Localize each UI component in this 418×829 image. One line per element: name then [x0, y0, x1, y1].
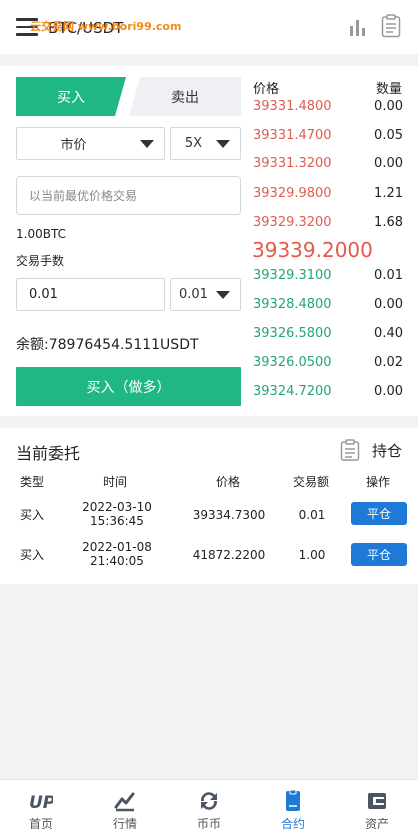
- order-clock: 21:40:05: [90, 554, 144, 568]
- tab-buy[interactable]: 买入: [16, 77, 126, 116]
- nav-label: 币币: [196, 817, 221, 829]
- current-orders-panel: 当前委托 持仓 类型 时间 价格 交易额 操作 买入 2022-03-10 15…: [0, 428, 418, 584]
- nav-label: 合约: [280, 817, 305, 829]
- ask-row[interactable]: 39331.4800 0.00: [253, 99, 403, 117]
- order-time: 2022-03-10 15:36:45: [74, 500, 160, 528]
- quantity-input[interactable]: 0.01: [16, 278, 165, 311]
- last-price: 39339.2000: [252, 238, 373, 262]
- column-header-type: 类型: [20, 475, 45, 489]
- clipboard-icon[interactable]: [340, 439, 360, 461]
- order-type-select[interactable]: 市价: [16, 127, 165, 160]
- order-amount: 0.01: [298, 508, 326, 522]
- close-position-button[interactable]: 平仓: [351, 502, 407, 525]
- nav-item-market[interactable]: 行情: [90, 786, 160, 829]
- watermark-text: 云交易网 www.bori99.com: [30, 20, 182, 33]
- document-icon[interactable]: [381, 14, 401, 38]
- chevron-down-icon: [216, 140, 230, 148]
- column-header-time: 时间: [103, 475, 128, 489]
- bar-chart-icon[interactable]: [349, 18, 367, 36]
- nav-label: 行情: [112, 817, 137, 829]
- tab-sell[interactable]: 卖出: [129, 77, 241, 116]
- balance-value: 78976454.5111USDT: [48, 337, 199, 353]
- order-type: 买入: [20, 508, 45, 522]
- column-header-amount: 交易额: [293, 475, 330, 489]
- order-date: 2022-01-08: [82, 540, 152, 554]
- nav-item-contract[interactable]: 合约: [258, 786, 328, 829]
- leverage-select[interactable]: 5X: [170, 127, 241, 160]
- chevron-down-icon: [216, 291, 230, 299]
- bid-row[interactable]: 39326.0500 0.02: [253, 355, 403, 373]
- svg-text:UP: UP: [29, 793, 53, 813]
- order-price: 39334.7300: [192, 508, 266, 522]
- order-type-value: 市价: [60, 138, 87, 153]
- ask-row[interactable]: 39331.3200 0.00: [253, 156, 403, 174]
- order-date: 2022-03-10: [82, 500, 152, 514]
- order-clock: 15:36:45: [90, 514, 144, 528]
- bid-row[interactable]: 39326.5800 0.40: [253, 326, 403, 344]
- nav-label: 资产: [364, 817, 389, 829]
- balance: 余额:78976454.5111USDT: [16, 334, 199, 354]
- orderbook-qty-header: 数量: [376, 82, 403, 97]
- order-price: 41872.2200: [192, 548, 266, 562]
- nav-item-home[interactable]: UP 首页: [6, 786, 76, 829]
- bid-row[interactable]: 39324.7200 0.00: [253, 384, 403, 402]
- amount-text: 1.00BTC: [16, 227, 66, 241]
- close-position-button[interactable]: 平仓: [351, 543, 407, 566]
- orderbook-price-header: 价格: [253, 82, 280, 97]
- order-type: 买入: [20, 548, 45, 562]
- price-input[interactable]: 以当前最优价格交易: [16, 176, 241, 215]
- ask-row[interactable]: 39329.9800 1.21: [253, 186, 403, 204]
- quantity-select-value: 0.01: [179, 287, 208, 302]
- ask-row[interactable]: 39329.3200 1.68: [253, 215, 403, 233]
- nav-item-spot[interactable]: 币币: [174, 786, 244, 829]
- wallet-icon: [368, 793, 386, 809]
- order-time: 2022-01-08 21:40:05: [74, 540, 160, 568]
- trade-panel: 买入 卖出 市价 5X 以当前最优价格交易 1.00BTC 交易手数 0.01 …: [0, 66, 418, 416]
- top-bar: BTC/USDT 云交易网 www.bori99.com: [0, 0, 418, 54]
- bid-row[interactable]: 39328.4800 0.00: [253, 297, 403, 315]
- bottom-nav: UP 首页 行情 币币 合约 资产: [0, 779, 418, 829]
- balance-label: 余额:: [16, 337, 49, 353]
- bid-row[interactable]: 39329.3100 0.01: [253, 268, 403, 286]
- column-header-action: 操作: [366, 475, 391, 489]
- nav-item-assets[interactable]: 资产: [342, 786, 412, 829]
- chevron-down-icon: [140, 140, 154, 148]
- leverage-value: 5X: [184, 136, 203, 151]
- ask-row[interactable]: 39331.4700 0.05: [253, 128, 403, 146]
- market-icon: [114, 792, 135, 812]
- order-amount: 1.00: [298, 548, 326, 562]
- column-header-price: 价格: [216, 475, 241, 489]
- lot-size-label: 交易手数: [16, 254, 65, 268]
- nav-label: 首页: [28, 817, 53, 829]
- buy-long-button[interactable]: 买入（做多）: [16, 367, 241, 406]
- quantity-select[interactable]: 0.01: [170, 278, 241, 311]
- up-logo-icon: UP: [29, 793, 53, 813]
- contract-icon: [286, 789, 300, 811]
- orders-title: 当前委托: [16, 444, 81, 463]
- positions-link[interactable]: 持仓: [372, 440, 402, 461]
- exchange-icon: [200, 792, 218, 810]
